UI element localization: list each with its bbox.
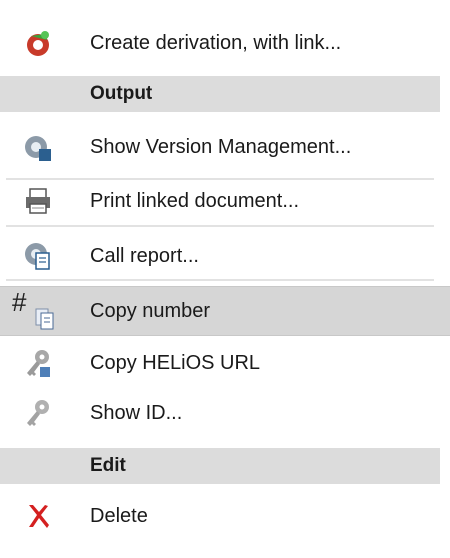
key-url-icon <box>20 345 56 381</box>
separator <box>6 279 434 281</box>
version-management-icon <box>20 129 56 165</box>
create-derivation-icon <box>20 25 56 61</box>
menu-item-copy-helios-url[interactable]: Copy HELiOS URL <box>0 338 450 388</box>
menu-item-call-report[interactable]: Call report... <box>0 227 450 285</box>
section-header-edit: Edit <box>0 448 440 484</box>
key-icon <box>20 395 56 431</box>
svg-text:#: # <box>12 289 27 317</box>
menu-item-create-derivation[interactable]: Create derivation, with link... <box>0 14 450 72</box>
menu-item-label: Call report... <box>90 244 199 267</box>
context-menu: Create derivation, with link... Output S… <box>0 0 450 558</box>
menu-item-label: Print linked document... <box>90 189 299 212</box>
menu-item-label: Show ID... <box>90 401 183 424</box>
menu-item-label: Copy HELiOS URL <box>90 351 261 374</box>
printer-icon <box>20 183 56 219</box>
menu-item-show-version-management[interactable]: Show Version Management... <box>0 118 450 176</box>
menu-item-print-linked-document[interactable]: Print linked document... <box>0 172 450 230</box>
section-header-label: Output <box>90 83 153 104</box>
section-header-label: Edit <box>90 455 126 476</box>
menu-item-label: Show Version Management... <box>90 135 352 158</box>
menu-item-delete[interactable]: Delete <box>0 490 450 542</box>
delete-icon <box>20 498 56 534</box>
menu-item-label: Create derivation, with link... <box>90 31 342 54</box>
menu-item-copy-number[interactable]: # Copy number <box>0 286 450 336</box>
section-header-output: Output <box>0 76 440 112</box>
menu-item-label: Delete <box>90 504 148 527</box>
report-icon <box>20 238 56 274</box>
menu-item-show-id[interactable]: Show ID... <box>0 388 450 438</box>
copy-number-icon: # <box>10 289 60 330</box>
menu-item-label: Copy number <box>90 299 211 322</box>
